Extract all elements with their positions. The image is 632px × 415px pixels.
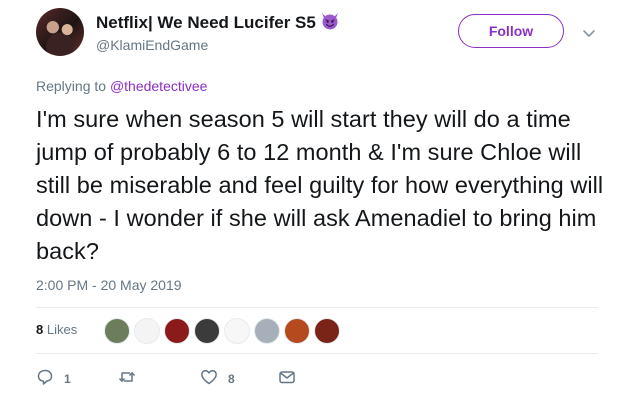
author-avatar[interactable] bbox=[36, 8, 84, 56]
heart-icon bbox=[200, 368, 218, 389]
liker-avatar[interactable] bbox=[224, 318, 250, 344]
replying-to-prefix: Replying to bbox=[36, 78, 107, 94]
liker-avatar[interactable] bbox=[134, 318, 160, 344]
divider bbox=[36, 353, 598, 354]
direct-message-action[interactable] bbox=[278, 368, 296, 389]
tweet-text: I'm sure when season 5 will start they w… bbox=[36, 106, 604, 264]
author-display-name[interactable]: Netflix| We Need Lucifer S5 bbox=[96, 13, 316, 33]
liker-avatar[interactable] bbox=[164, 318, 190, 344]
author-handle[interactable]: @KlamiEndGame bbox=[96, 37, 208, 53]
liker-avatar[interactable] bbox=[284, 318, 310, 344]
liker-avatar[interactable] bbox=[254, 318, 280, 344]
tweet-timestamp[interactable]: 2:00 PM - 20 May 2019 bbox=[36, 277, 182, 293]
like-action[interactable]: 8 bbox=[200, 368, 235, 389]
chevron-down-icon[interactable] bbox=[582, 26, 596, 40]
replying-to-mention[interactable]: @thedetectivee bbox=[110, 78, 208, 94]
retweet-icon bbox=[118, 368, 136, 389]
liker-avatars bbox=[104, 318, 344, 344]
tweet-card: Netflix| We Need Lucifer S5 @KlamiEndGam… bbox=[0, 0, 632, 415]
author-name-row: Netflix| We Need Lucifer S5 bbox=[96, 13, 340, 33]
reply-action[interactable]: 1 bbox=[36, 368, 71, 389]
smiling-devil-emoji-icon bbox=[320, 11, 340, 31]
retweet-action[interactable] bbox=[118, 368, 146, 389]
like-count: 8 bbox=[228, 371, 235, 386]
divider bbox=[36, 307, 598, 308]
reply-icon bbox=[36, 368, 54, 389]
liker-avatar[interactable] bbox=[194, 318, 220, 344]
likes-label: Likes bbox=[46, 322, 78, 337]
likes-count: 8 bbox=[36, 322, 44, 337]
replying-to-line: Replying to @thedetectivee bbox=[36, 78, 207, 94]
likes-summary[interactable]: 8 Likes bbox=[36, 322, 77, 337]
liker-avatar[interactable] bbox=[104, 318, 130, 344]
follow-button[interactable]: Follow bbox=[458, 14, 564, 48]
envelope-icon bbox=[278, 368, 296, 389]
reply-count: 1 bbox=[64, 371, 71, 386]
liker-avatar[interactable] bbox=[314, 318, 340, 344]
tweet-actions: 1 8 bbox=[36, 368, 336, 388]
